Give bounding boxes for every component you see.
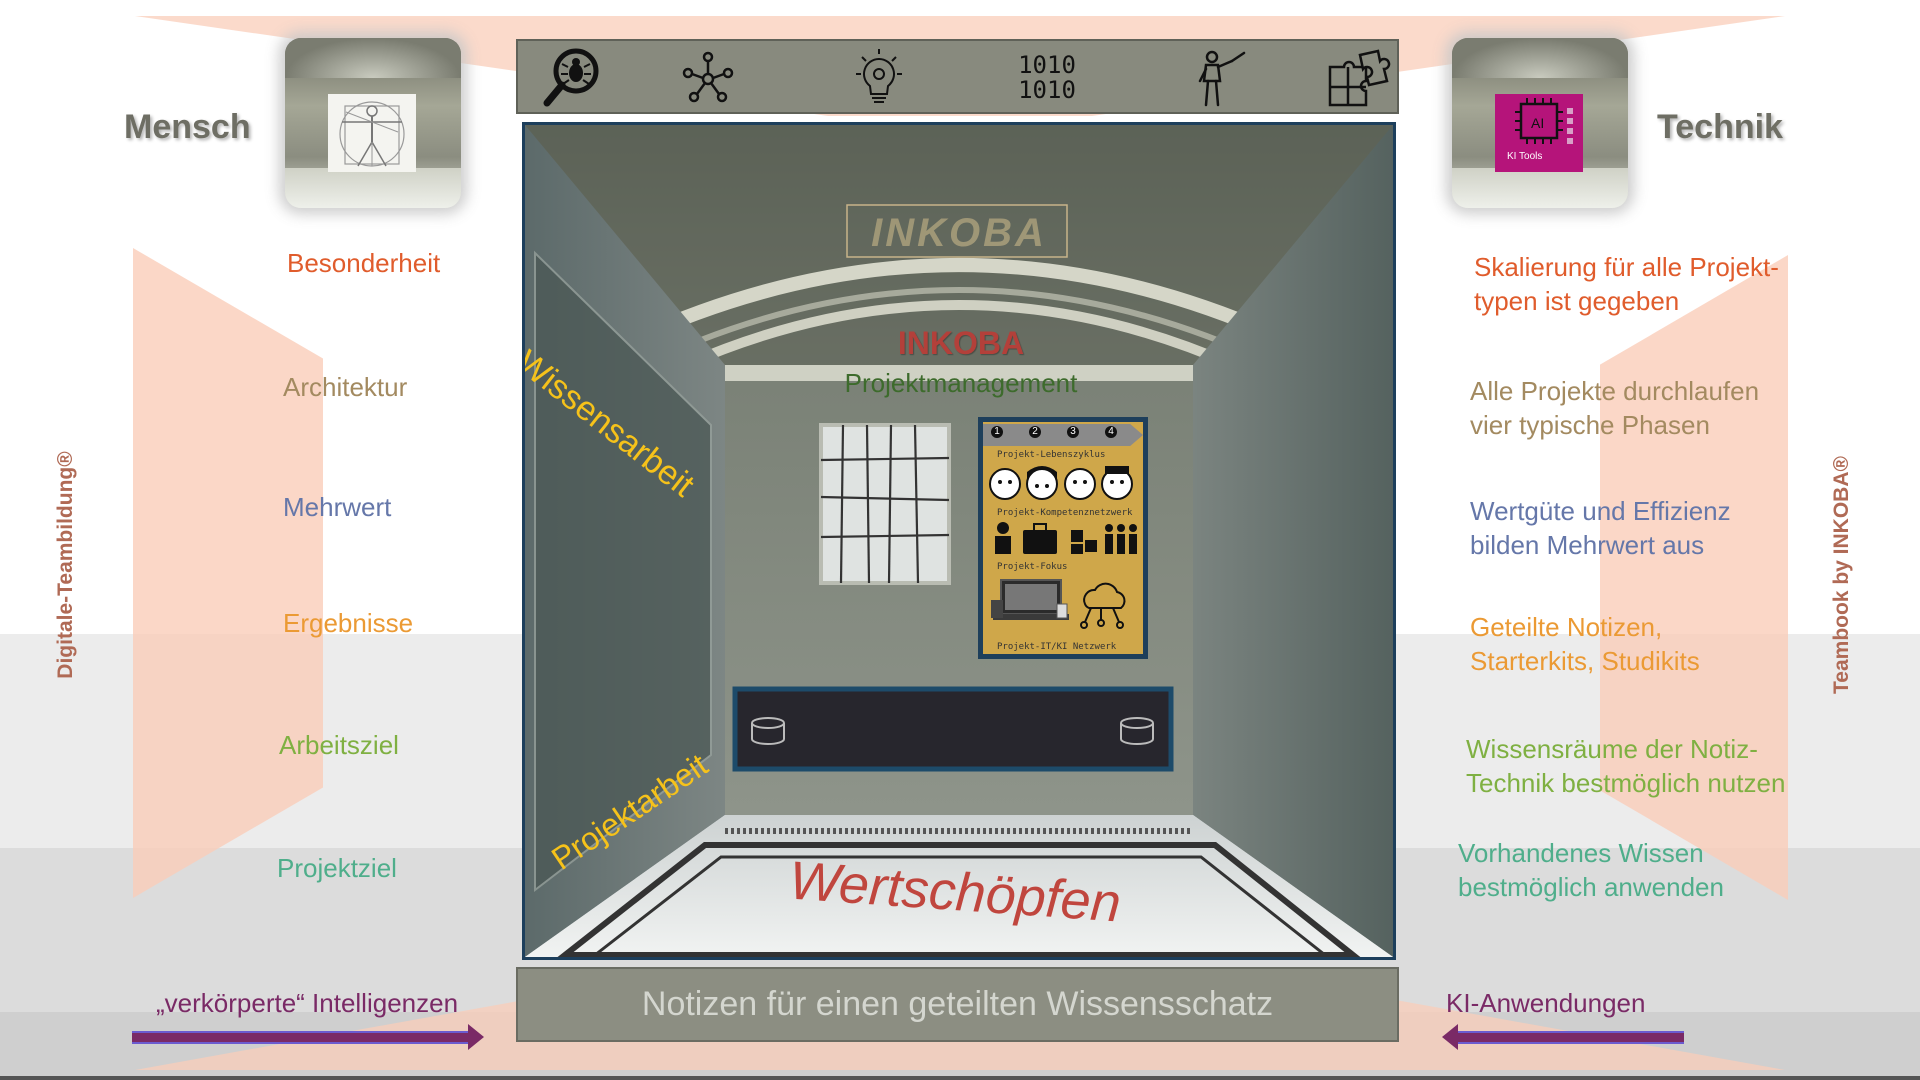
- ai-chip-icon: AI KI Tools: [1495, 94, 1583, 172]
- right-text-line: Alle Projekte durchlaufen: [1470, 376, 1760, 406]
- right-text-line: Geteilte Notizen,: [1470, 612, 1663, 642]
- right-text-notizen: Geteilte Notizen, Starterkits, Studikits: [1470, 610, 1700, 678]
- poster-label: Projekt-IT/KI Netzwerk: [997, 642, 1117, 652]
- binary-row: 1010: [1018, 51, 1076, 79]
- arrow-right-icon: [468, 1024, 484, 1050]
- right-text-line: bestmöglich anwenden: [1458, 872, 1724, 902]
- project-poster[interactable]: 1 2 3 4 Projekt-Lebenszyklus Projekt-Kom…: [978, 417, 1148, 659]
- poster-step: 2: [1029, 426, 1041, 438]
- left-label-mehrwert: Mehrwert: [283, 492, 392, 522]
- bug-search-icon[interactable]: [542, 47, 604, 109]
- left-label-arbeitsziel: Arbeitsziel: [279, 730, 399, 760]
- right-text-line: typen ist gegeben: [1474, 286, 1680, 316]
- ai-chip-label: AI: [1531, 115, 1545, 131]
- thumb-vault: [285, 38, 461, 78]
- right-text-line: vier typische Phasen: [1470, 410, 1710, 440]
- bottom-notes-bar[interactable]: Notizen für einen geteilten Wissensschat…: [516, 967, 1399, 1042]
- poster-step: 3: [1067, 426, 1079, 438]
- right-text-line: Wertgüte und Effizienz: [1470, 496, 1731, 526]
- presenter-icon[interactable]: [1188, 47, 1250, 109]
- thumbnail-mensch[interactable]: [285, 38, 461, 208]
- left-label-projektziel: Projektziel: [277, 853, 397, 883]
- thumb-floor: [1452, 168, 1628, 208]
- caption-verkoerperte-intelligenzen: „verkörperte“ Intelligenzen: [156, 988, 459, 1018]
- puzzle-icon[interactable]: [1326, 47, 1391, 109]
- poster-label: Projekt-Lebenszyklus: [997, 450, 1106, 460]
- scene-title: INKOBA: [897, 325, 1025, 361]
- room-plaque: INKOBA: [871, 211, 1047, 255]
- right-text-line: bilden Mehrwert aus: [1470, 530, 1705, 560]
- network-icon[interactable]: [678, 47, 740, 109]
- right-text-line: Skalierung für alle Projekt-: [1474, 252, 1779, 282]
- focus-icons: [995, 522, 1137, 554]
- ki-tools-caption: KI Tools: [1507, 151, 1543, 162]
- bottom-border-line: [0, 1076, 1920, 1080]
- toolbar: 1010 1010: [516, 39, 1399, 114]
- poster-step: 1: [991, 426, 1003, 438]
- scene-subtitle: Projektmanagement: [844, 368, 1078, 398]
- right-text-line: Starterkits, Studikits: [1470, 646, 1700, 676]
- right-text-line: Wissensräume der Notiz-: [1466, 734, 1758, 764]
- idea-gear-icon[interactable]: [848, 47, 910, 109]
- poster-label: Projekt-Fokus: [997, 562, 1068, 572]
- thumb-floor: [285, 168, 461, 208]
- right-text-wissen: Vorhandenes Wissen bestmöglich anwenden: [1458, 836, 1724, 904]
- right-text-mehrwert: Wertgüte und Effizienz bilden Mehrwert a…: [1470, 494, 1731, 562]
- caption-ki-anwendungen: KI-Anwendungen: [1446, 988, 1646, 1018]
- header-technik: Technik: [1657, 108, 1783, 146]
- thumbnail-technik[interactable]: AI KI Tools: [1452, 38, 1628, 208]
- left-label-ergebnisse: Ergebnisse: [283, 608, 414, 638]
- arrow-left-icon: [1442, 1024, 1458, 1050]
- header-mensch: Mensch: [124, 108, 251, 146]
- poster-label: Projekt-Kompetenznetzwerk: [997, 508, 1133, 518]
- perspective-right-shape: [1600, 255, 1788, 900]
- left-label-besonderheit: Besonderheit: [287, 248, 441, 278]
- vertical-label-right: Teambook by INKOBA®: [1830, 456, 1853, 694]
- binary-row: 1010: [1018, 76, 1076, 104]
- faces-icon: [989, 466, 1133, 500]
- arrow-left-shaft: [1456, 1031, 1684, 1044]
- poster-step: 4: [1105, 426, 1117, 438]
- perspective-left-shape: [133, 248, 323, 898]
- virtual-room-scene[interactable]: INKOBA INKOBA Projektmanagement Wissensa…: [522, 122, 1396, 960]
- right-text-wissensraeume: Wissensräume der Notiz- Technik bestmögl…: [1466, 732, 1785, 800]
- vitruvian-man-icon: [328, 94, 416, 172]
- right-text-line: Technik bestmöglich nutzen: [1466, 768, 1786, 798]
- right-text-phasen: Alle Projekte durchlaufen vier typische …: [1470, 374, 1759, 442]
- right-text-line: Vorhandenes Wissen: [1458, 838, 1704, 868]
- left-label-architektur: Architektur: [283, 372, 408, 402]
- poster-steps-bar: [983, 424, 1143, 446]
- arrow-right-shaft: [132, 1031, 472, 1044]
- binary-icon[interactable]: 1010 1010: [1016, 47, 1078, 109]
- it-network-icon: [991, 579, 1126, 629]
- right-text-skalierung: Skalierung für alle Projekt- typen ist g…: [1474, 250, 1779, 318]
- vertical-label-left: Digitale-Teambildung®: [54, 451, 77, 679]
- thumb-vault: [1452, 38, 1628, 78]
